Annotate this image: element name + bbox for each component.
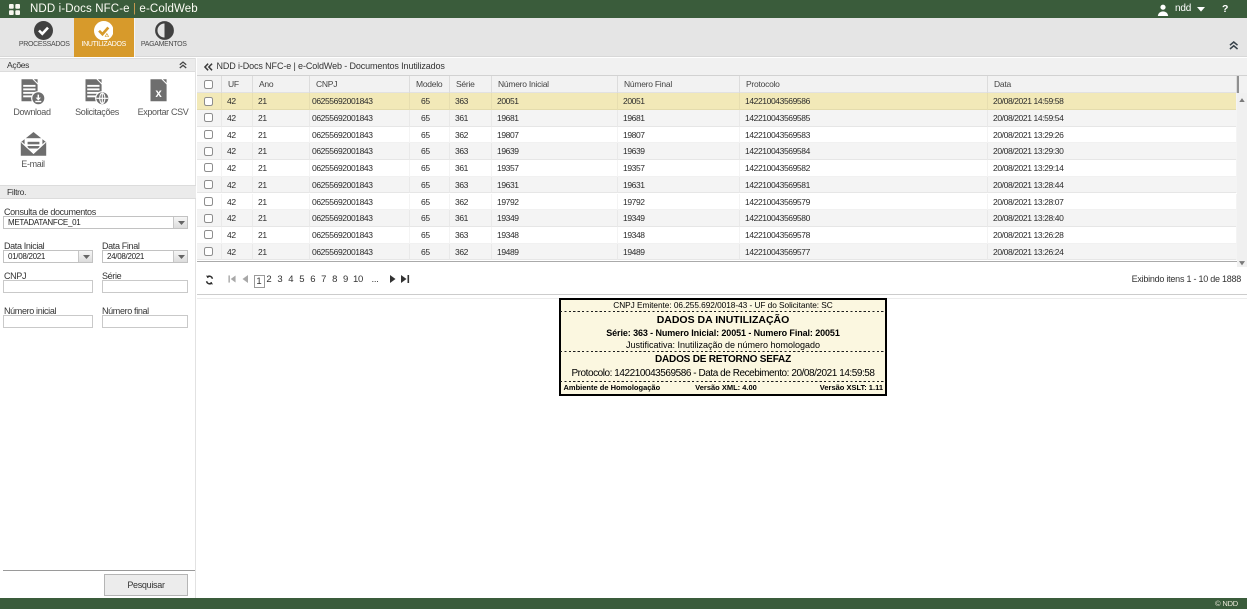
svg-text:x: x [155,87,162,99]
